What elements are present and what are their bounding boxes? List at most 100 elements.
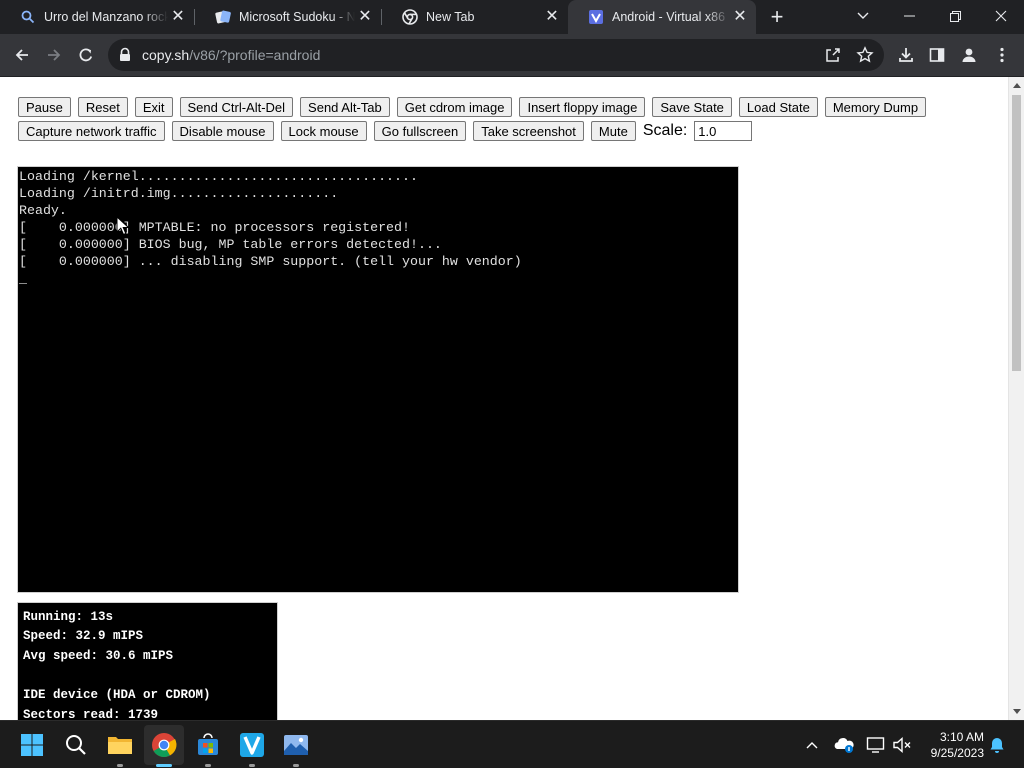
running-indicator xyxy=(249,764,255,767)
active-indicator xyxy=(156,764,172,767)
pause-button[interactable]: Pause xyxy=(18,97,71,117)
avg-speed: Avg speed: 30.6 mIPS xyxy=(23,649,174,663)
exit-button[interactable]: Exit xyxy=(134,97,173,117)
restore-icon[interactable] xyxy=(932,0,978,32)
tab-title: New Tab xyxy=(426,10,475,24)
capture-network-traffic-button[interactable]: Capture network traffic xyxy=(18,121,165,141)
close-tab-icon[interactable]: ✕ xyxy=(542,7,562,27)
tab-title: Microsoft Sudoku - News xyxy=(239,10,355,24)
take-screenshot-button[interactable]: Take screenshot xyxy=(473,121,584,141)
close-tab-icon[interactable]: ✕ xyxy=(355,7,375,27)
tab-strip: Urro del Manzano rocky ✕ Microsoft Sudok… xyxy=(0,0,1024,34)
page-scrollbar[interactable] xyxy=(1008,77,1024,720)
console-cursor: _ xyxy=(19,271,27,286)
running-indicator xyxy=(117,764,123,767)
get-cdrom-image-button[interactable]: Get cdrom image xyxy=(396,97,513,117)
send-ctrl-alt-del-button[interactable]: Send Ctrl-Alt-Del xyxy=(179,97,294,117)
sectors-read: Sectors read: 1739 xyxy=(23,708,159,720)
tab-title: Android - Virtual x86 xyxy=(612,10,726,24)
running-indicator xyxy=(293,764,299,767)
url-path: /v86/?profile=android xyxy=(189,47,321,63)
network-monitor-icon[interactable] xyxy=(864,733,888,757)
mute-button[interactable]: Mute xyxy=(590,121,636,141)
close-window-icon[interactable] xyxy=(978,0,1024,32)
console-line: Loading /kernel.........................… xyxy=(19,169,418,184)
close-tab-icon[interactable]: ✕ xyxy=(168,7,188,27)
scale-input[interactable]: 1.0 xyxy=(694,121,753,141)
chrome-icon[interactable] xyxy=(144,725,184,765)
memory-dump-button[interactable]: Memory Dump xyxy=(824,97,927,117)
new-tab-button[interactable]: + xyxy=(764,4,790,29)
lock-icon[interactable] xyxy=(118,47,134,63)
go-fullscreen-button[interactable]: Go fullscreen xyxy=(373,121,467,141)
clock-date: 9/25/2023 xyxy=(930,746,984,760)
page-viewport: Pause Reset Exit Send Ctrl-Alt-Del Send … xyxy=(0,77,1008,720)
tab-android-active[interactable]: Android - Virtual x86 ✕ xyxy=(568,0,756,34)
address-bar[interactable]: copy.sh/v86/?profile=android xyxy=(108,39,884,71)
send-alt-tab-button[interactable]: Send Alt-Tab xyxy=(300,97,390,117)
close-tab-icon[interactable]: ✕ xyxy=(730,7,750,27)
running-indicator xyxy=(205,764,211,767)
disable-mouse-button[interactable]: Disable mouse xyxy=(171,121,274,141)
scroll-up-icon[interactable] xyxy=(1013,83,1021,88)
search-icon xyxy=(20,9,36,25)
console-line: Ready. xyxy=(19,203,67,218)
search-icon[interactable] xyxy=(60,729,92,761)
runtime-info-panel: Running: 13s Speed: 32.9 mIPS Avg speed:… xyxy=(17,602,278,720)
system-clock[interactable]: 3:10 AM 9/25/2023 xyxy=(920,729,984,761)
controls-row-2: Capture network traffic Disable mouse Lo… xyxy=(18,121,938,141)
console-line: [ 0.000000] BIOS bug, MP table errors de… xyxy=(19,237,442,252)
profile-avatar-icon[interactable] xyxy=(954,40,984,70)
url-host: copy.sh xyxy=(142,47,190,63)
v86-icon xyxy=(588,9,604,25)
browser-toolbar: copy.sh/v86/?profile=android xyxy=(0,34,1024,76)
console-output: Loading /kernel.........................… xyxy=(19,168,522,287)
insert-floppy-image-button[interactable]: Insert floppy image xyxy=(519,97,646,117)
reload-icon[interactable] xyxy=(71,40,101,70)
mouse-pointer-icon xyxy=(116,216,130,236)
windows-taskbar: 3:10 AM 9/25/2023 xyxy=(0,720,1024,768)
bookmark-star-icon[interactable] xyxy=(856,46,874,64)
chevron-up-icon[interactable] xyxy=(800,733,824,757)
store-icon[interactable] xyxy=(192,729,224,761)
volume-muted-icon[interactable] xyxy=(890,733,914,757)
load-state-button[interactable]: Load State xyxy=(738,97,818,117)
controls-row-1: Pause Reset Exit Send Ctrl-Alt-Del Send … xyxy=(18,97,938,117)
url-text: copy.sh/v86/?profile=android xyxy=(142,47,320,63)
vscode-like-v-icon[interactable] xyxy=(236,729,268,761)
file-explorer-icon[interactable] xyxy=(104,729,136,761)
save-state-button[interactable]: Save State xyxy=(652,97,732,117)
onedrive-icon[interactable] xyxy=(832,733,856,757)
side-panel-icon[interactable] xyxy=(922,40,952,70)
download-icon[interactable] xyxy=(891,40,921,70)
console-line: [ 0.000000] MPTABLE: no processors regis… xyxy=(19,220,410,235)
menu-kebab-icon[interactable] xyxy=(987,40,1017,70)
speed: Speed: 32.9 mIPS xyxy=(23,629,144,643)
share-icon[interactable] xyxy=(824,46,842,64)
start-icon[interactable] xyxy=(16,729,48,761)
back-icon[interactable] xyxy=(7,40,37,70)
running-time: Running: 13s xyxy=(23,610,114,624)
sudoku-icon xyxy=(215,9,231,25)
tab-search[interactable]: Urro del Manzano rocky ✕ xyxy=(0,0,194,34)
ide-device-heading: IDE device (HDA or CDROM) xyxy=(23,688,211,702)
screen-root: Urro del Manzano rocky ✕ Microsoft Sudok… xyxy=(0,0,1024,768)
tab-sudoku[interactable]: Microsoft Sudoku - News ✕ xyxy=(195,0,381,34)
scroll-down-icon[interactable] xyxy=(1013,709,1021,714)
tab-title: Urro del Manzano rocky xyxy=(44,10,168,24)
clock-time: 3:10 AM xyxy=(939,730,984,744)
chrome-icon xyxy=(402,9,418,25)
reset-button[interactable]: Reset xyxy=(77,97,128,117)
forward-icon[interactable] xyxy=(39,40,69,70)
notification-bell-icon[interactable] xyxy=(985,733,1009,757)
emulator-controls: Pause Reset Exit Send Ctrl-Alt-Del Send … xyxy=(18,97,938,145)
console-line: [ 0.000000] ... disabling SMP support. (… xyxy=(19,254,522,269)
lock-mouse-button[interactable]: Lock mouse xyxy=(280,121,367,141)
minimize-icon[interactable] xyxy=(886,0,932,32)
console-line: Loading /initrd.img..................... xyxy=(19,186,339,201)
tab-search-dropdown-icon[interactable] xyxy=(840,0,886,32)
scrollbar-thumb[interactable] xyxy=(1012,95,1021,371)
tab-new-tab[interactable]: New Tab ✕ xyxy=(382,0,568,34)
scale-label: Scale: xyxy=(642,122,688,139)
photos-icon[interactable] xyxy=(280,729,312,761)
